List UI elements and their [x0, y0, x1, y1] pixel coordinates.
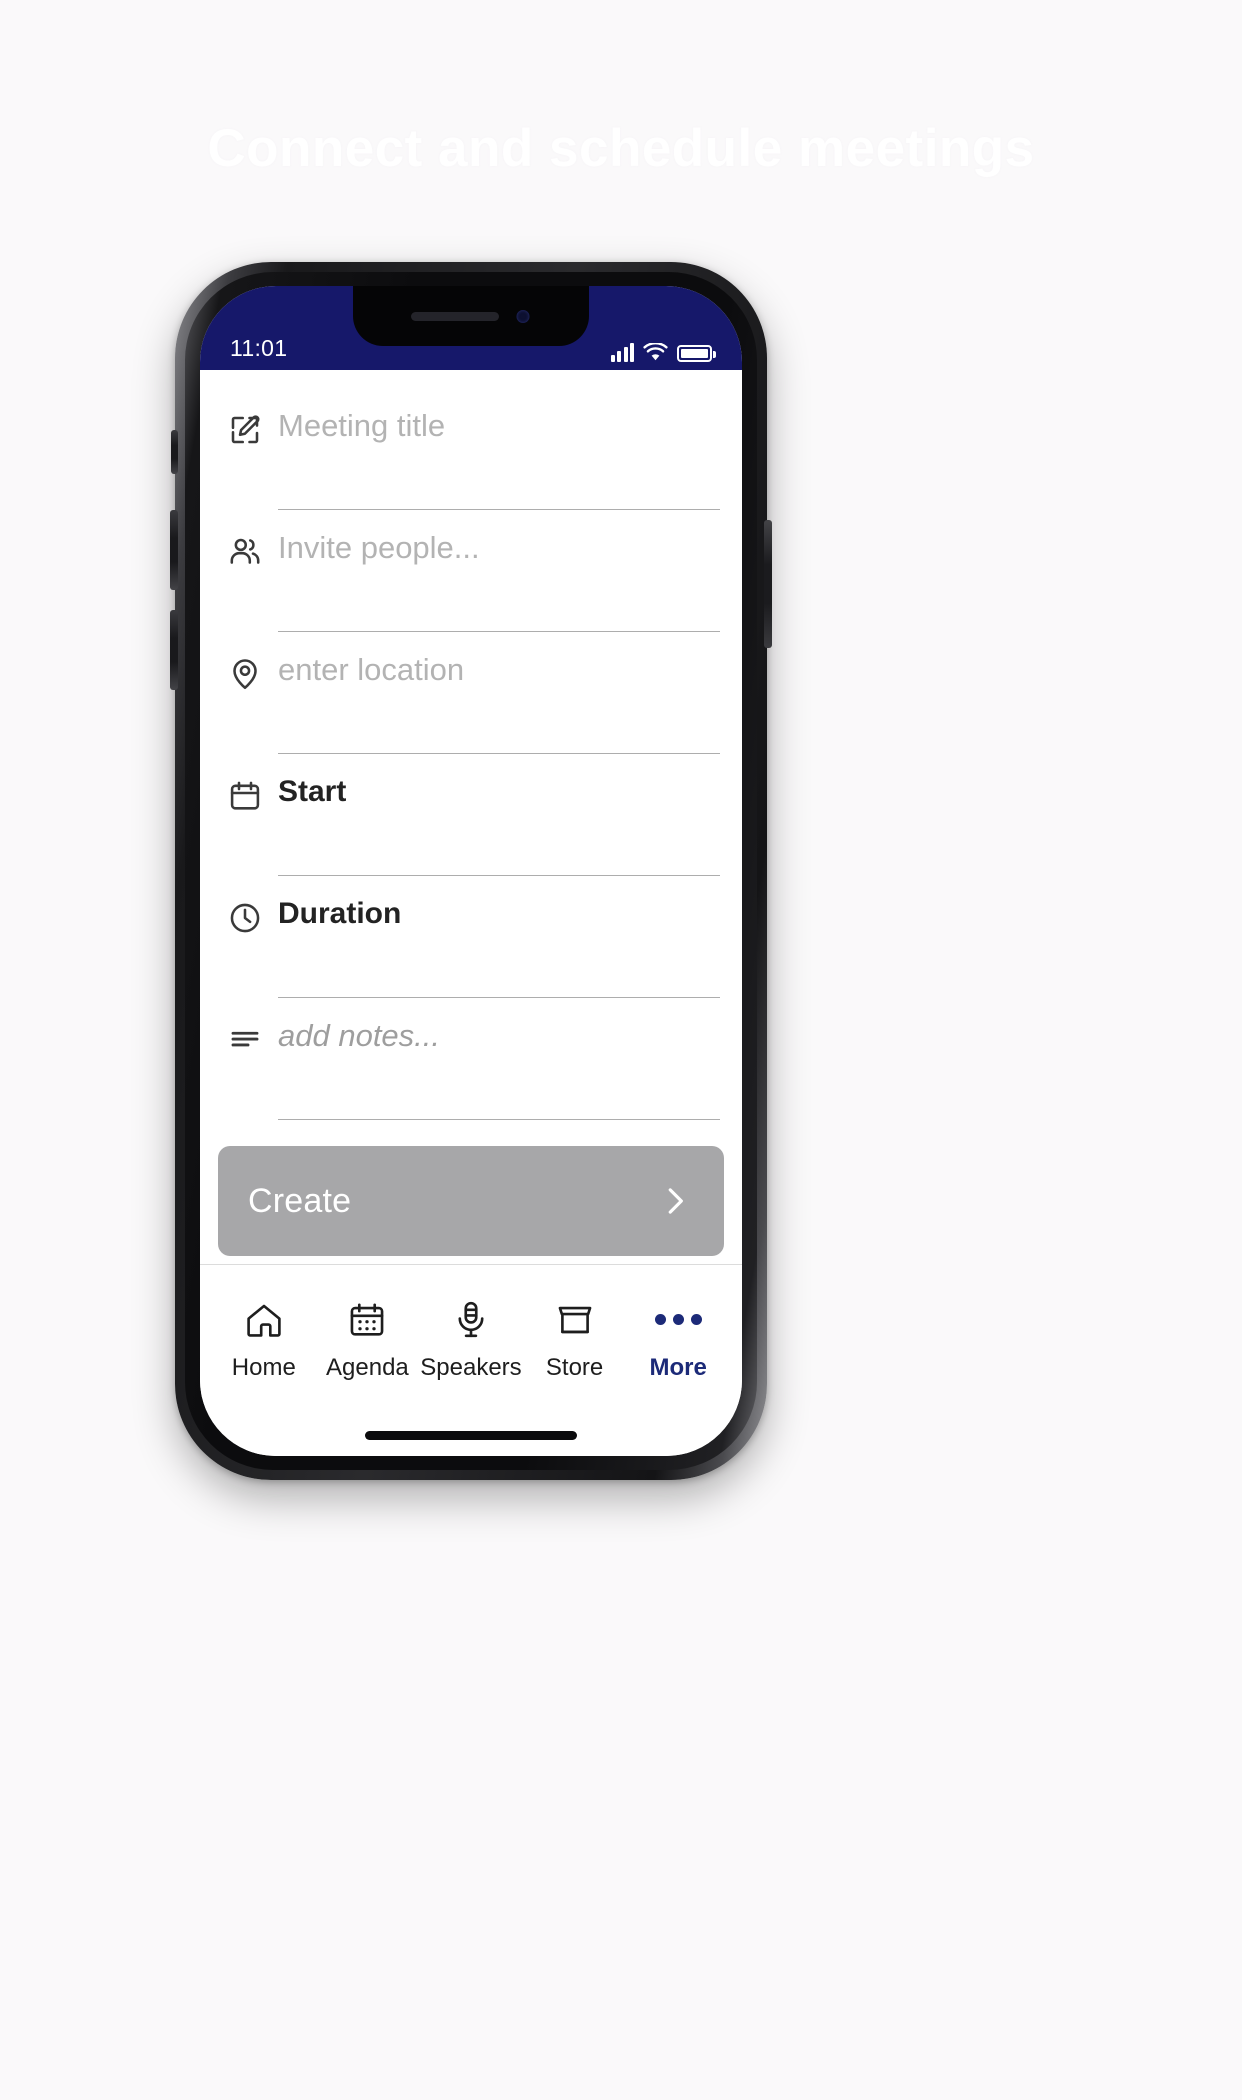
field-start-value[interactable]: Start	[278, 754, 720, 876]
phone-notch	[353, 286, 589, 346]
tab-agenda[interactable]: Agenda	[316, 1298, 420, 1382]
create-meeting-form: Meeting title Invite people... enter loc…	[200, 370, 742, 1120]
start-label: Start	[278, 775, 347, 808]
tab-more-label: More	[649, 1353, 707, 1381]
location-placeholder: enter location	[278, 652, 465, 687]
field-notes-input[interactable]: add notes...	[278, 998, 720, 1120]
page-root: Connect and schedule meetings 11:01 Meet…	[0, 0, 1242, 2100]
phone-bezel: 11:01 Meeting title Invite people... ent…	[185, 272, 757, 1470]
phone-device-frame: 11:01 Meeting title Invite people... ent…	[170, 262, 772, 1480]
field-duration[interactable]: Duration	[200, 876, 742, 998]
tab-speakers-label: Speakers	[420, 1353, 522, 1381]
cellular-signal-icon	[610, 343, 634, 362]
tab-speakers[interactable]: Speakers	[419, 1298, 523, 1382]
battery-icon	[677, 345, 716, 362]
home-indicator[interactable]	[200, 1414, 742, 1456]
notes-placeholder: add notes...	[278, 1018, 441, 1053]
bottom-tab-bar: Home Agenda Speakers Store More	[200, 1264, 742, 1414]
app-content: Meeting title Invite people... enter loc…	[200, 370, 742, 1456]
notes-lines-icon	[212, 998, 278, 1058]
clock-icon	[212, 876, 278, 936]
field-meeting-title-input[interactable]: Meeting title	[278, 388, 720, 510]
status-bar-indicators	[610, 342, 716, 362]
phone-screen: 11:01 Meeting title Invite people... ent…	[200, 286, 742, 1456]
field-start[interactable]: Start	[200, 754, 742, 876]
volume-up-button[interactable]	[170, 510, 178, 590]
field-location[interactable]: enter location	[200, 632, 742, 754]
background-headline: Connect and schedule meetings	[207, 119, 1035, 178]
volume-down-button[interactable]	[170, 610, 178, 690]
wifi-icon	[643, 342, 668, 362]
calendar-icon	[346, 1298, 388, 1342]
power-button[interactable]	[764, 520, 772, 648]
earpiece-speaker-icon	[411, 312, 499, 321]
create-button-container: Create	[200, 1120, 742, 1256]
field-duration-value[interactable]: Duration	[278, 876, 720, 998]
map-pin-icon	[212, 632, 278, 692]
tab-home-label: Home	[231, 1353, 296, 1381]
tab-agenda-label: Agenda	[326, 1353, 409, 1381]
calendar-icon	[212, 754, 278, 814]
field-notes[interactable]: add notes...	[200, 998, 742, 1120]
microphone-icon	[450, 1298, 492, 1342]
meeting-title-placeholder: Meeting title	[278, 408, 446, 443]
tab-home[interactable]: Home	[212, 1298, 316, 1382]
home-icon	[243, 1298, 285, 1342]
field-invite-people-input[interactable]: Invite people...	[278, 510, 720, 632]
create-button-label: Create	[248, 1181, 352, 1220]
mute-switch[interactable]	[171, 430, 178, 474]
duration-label: Duration	[278, 897, 402, 930]
storefront-icon	[554, 1298, 596, 1342]
field-meeting-title[interactable]: Meeting title	[200, 388, 742, 510]
invite-people-placeholder: Invite people...	[278, 530, 480, 565]
chevron-right-icon	[656, 1182, 694, 1220]
ellipsis-icon	[654, 1298, 702, 1342]
tab-more[interactable]: More	[626, 1298, 730, 1382]
tab-store[interactable]: Store	[523, 1298, 627, 1382]
create-button[interactable]: Create	[218, 1146, 724, 1256]
tab-store-label: Store	[545, 1353, 604, 1381]
field-location-input[interactable]: enter location	[278, 632, 720, 754]
status-bar-clock: 11:01	[230, 335, 288, 361]
field-invite-people[interactable]: Invite people...	[200, 510, 742, 632]
people-icon	[212, 510, 278, 570]
front-camera-icon	[516, 310, 530, 323]
edit-square-icon	[212, 388, 278, 448]
